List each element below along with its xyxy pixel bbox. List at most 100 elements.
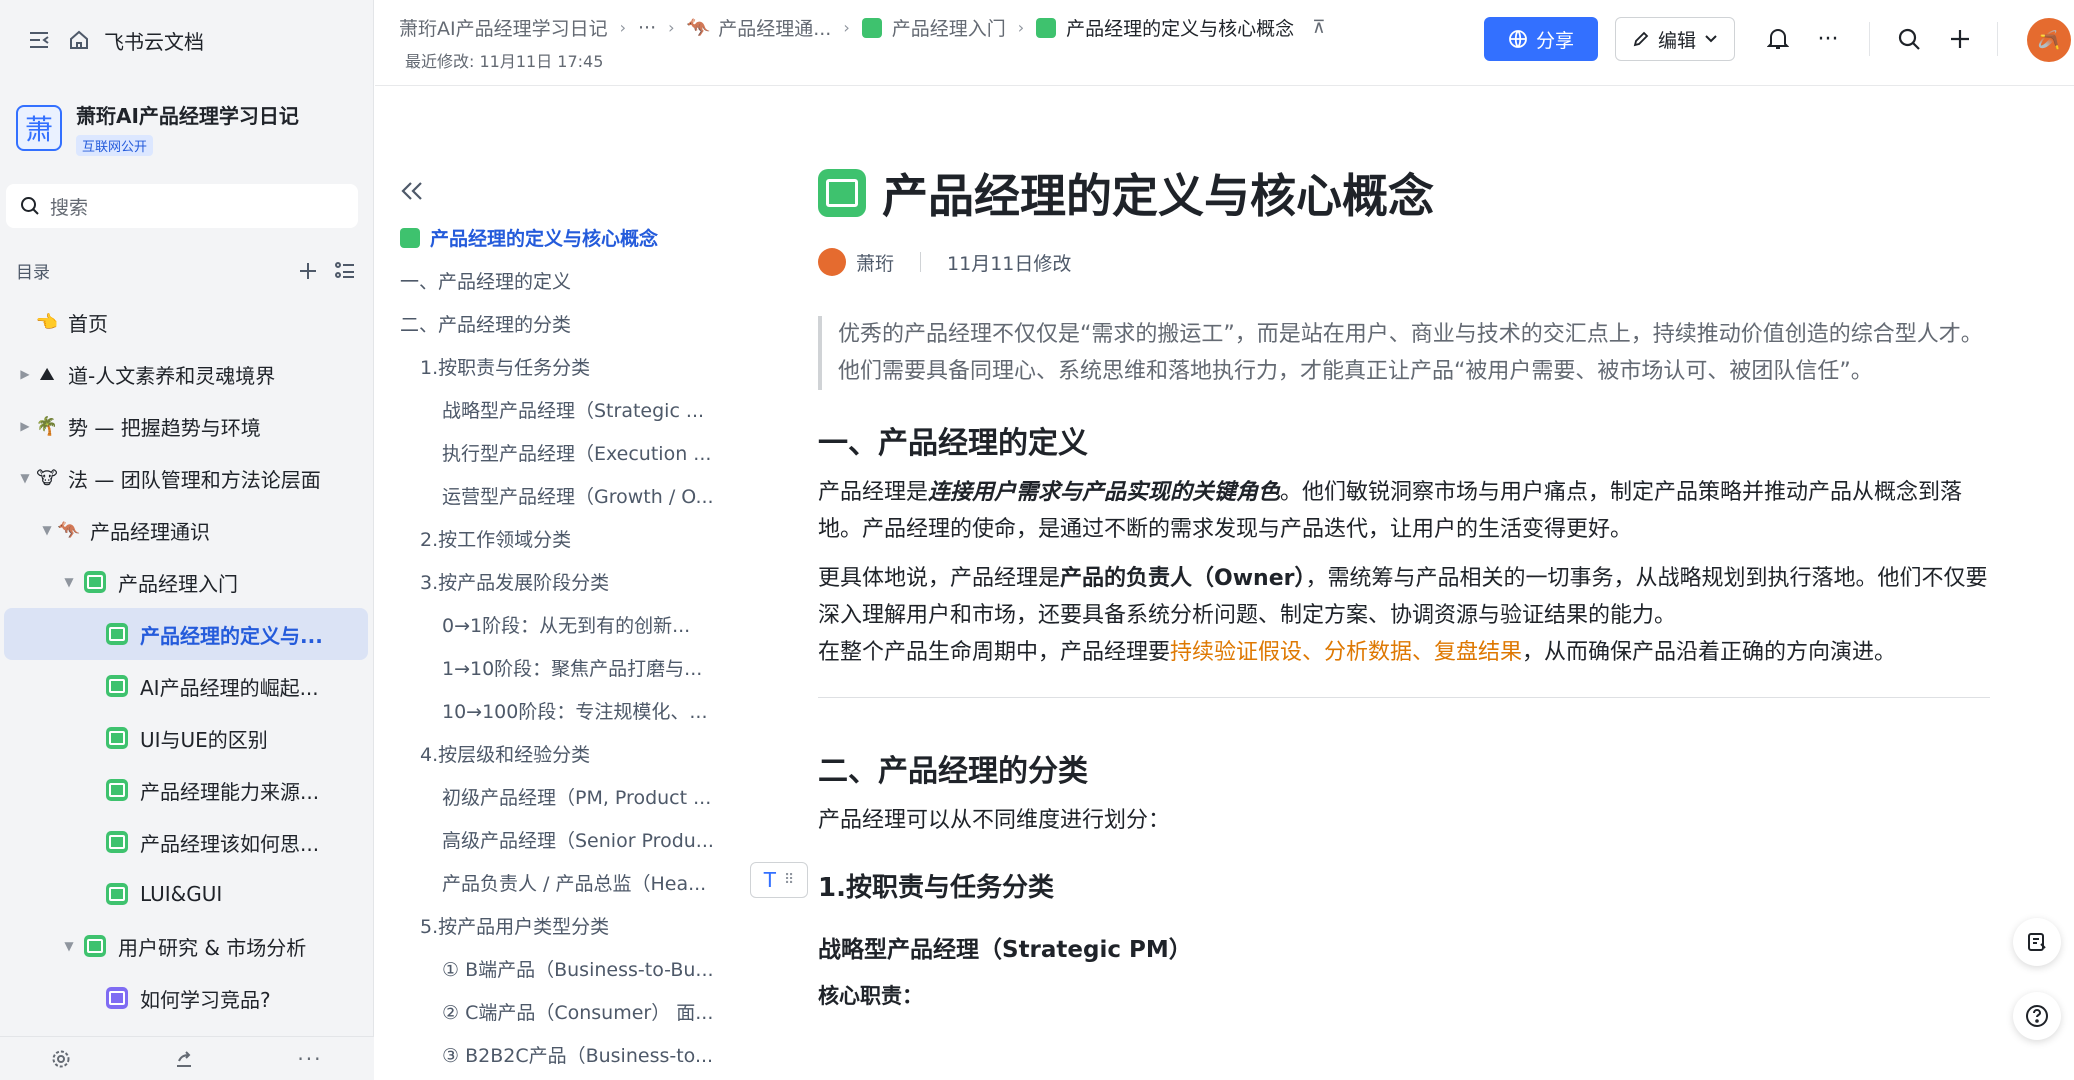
outline-item[interactable]: 3.按产品发展阶段分类 — [400, 560, 730, 603]
paragraph[interactable]: 产品经理是连接用户需求与产品实现的关键角色。他们敏锐洞察市场与用户痛点，制定产品… — [818, 474, 1990, 548]
page-title[interactable]: 产品经理的定义与核心概念 — [882, 160, 1434, 226]
sidebar-tree-item[interactable]: ▼ 🦘 产品经理通识 — [0, 504, 374, 556]
home-icon[interactable] — [64, 25, 94, 55]
paragraph[interactable]: 更具体地说，产品经理是产品的负责人（Owner），需统筹与产品相关的一切事务，从… — [818, 560, 1990, 634]
sidebar-tree-item[interactable]: ▶ 🌴 势 — 把握趋势与环境 — [0, 400, 374, 452]
quote-block[interactable]: 优秀的产品经理不仅仅是“需求的搬运工”，而是站在用户、商业与技术的交汇点上，持续… — [818, 316, 1990, 390]
sidebar-tree-item[interactable]: LUI&GUI — [0, 868, 374, 920]
outline-item-label: ② C端产品（Consumer） 面... — [442, 1002, 714, 1024]
outline-item[interactable]: 战略型产品经理（Strategic ... — [400, 388, 730, 431]
edit-label: 编辑 — [1657, 29, 1696, 52]
brand-name[interactable]: 飞书云文档 — [104, 26, 204, 55]
outline-item[interactable]: 一、产品经理的定义 — [400, 259, 730, 302]
breadcrumb-item[interactable]: 产品经理入门 — [892, 14, 1006, 41]
document-body: 产品经理的定义与核心概念 萧珩 11月11日修改 优秀的产品经理不仅仅是“需求的… — [818, 160, 1990, 1010]
edit-button[interactable]: 编辑 — [1615, 17, 1735, 61]
list-view-icon[interactable] — [334, 261, 356, 281]
sidebar-tree-item[interactable]: ▼ 用户研究 & 市场分析 — [0, 920, 374, 972]
share-button[interactable]: 分享 — [1484, 17, 1598, 61]
outline-item[interactable]: ③ B2B2C产品（Business-to... — [400, 1033, 730, 1076]
expand-caret-icon[interactable]: ▶ — [16, 367, 34, 381]
sidebar-tree-item[interactable]: 产品经理的定义与... — [4, 608, 368, 660]
expand-caret-icon[interactable]: ▼ — [38, 523, 56, 537]
outline-item[interactable]: 0→1阶段：从无到有的创新... — [400, 603, 730, 646]
page-emoji-icon: 🦘 — [57, 519, 81, 541]
sidebar-tree-item[interactable]: ▼ 🐮 法 — 团队管理和方法论层面 — [0, 452, 374, 504]
outline-item[interactable]: 5.按产品用户类型分类 — [400, 904, 730, 947]
subsection-heading[interactable]: 战略型产品经理（Strategic PM） — [818, 930, 1990, 964]
sidebar-tree-item[interactable]: 产品经理能力来源... — [0, 764, 374, 816]
doc-modified-date: 11月11日修改 — [947, 252, 1072, 275]
outline-item[interactable]: 高级产品经理（Senior Produ... — [400, 818, 730, 861]
bell-icon[interactable] — [1761, 22, 1795, 56]
paragraph[interactable]: 在整个产品生命周期中，产品经理要持续验证假设、分析数据、复盘结果，从而确保产品沿… — [818, 634, 1990, 671]
sidebar-tree-item[interactable]: 竞品体验调研 — [0, 1024, 374, 1036]
collapse-sidebar-icon[interactable] — [24, 25, 54, 55]
outline-item[interactable]: 产品负责人 / 产品总监（Hea... — [400, 861, 730, 904]
chevron-right-icon: › — [1017, 18, 1025, 37]
sidebar-tree-label: 势 — 把握趋势与环境 — [68, 415, 261, 440]
breadcrumb-item[interactable]: 萧珩AI产品经理学习日记 — [399, 14, 608, 41]
outline-item[interactable]: 1.按职责与任务分类 — [400, 345, 730, 388]
outline-item[interactable]: 初级产品经理（PM, Product ... — [400, 775, 730, 818]
paragraph[interactable]: 核心职责： — [818, 980, 1990, 1010]
search-input[interactable]: 搜索 — [6, 184, 358, 228]
settings-icon[interactable] — [51, 1049, 71, 1069]
expand-caret-icon[interactable]: ▼ — [60, 939, 78, 953]
author-name[interactable]: 萧珩 — [856, 249, 894, 276]
breadcrumb-item[interactable]: 产品经理通... — [718, 14, 831, 41]
more-options-icon[interactable]: ··· — [297, 1047, 322, 1071]
sidebar-tree-item[interactable]: ▶ ⛰ 道-人文素养和灵魂境界 — [0, 348, 374, 400]
collapse-outline-icon[interactable] — [400, 180, 424, 206]
sidebar-tree-item[interactable]: 如何学习竞品? — [0, 972, 374, 1024]
outline-item[interactable]: 产品经理的定义与核心概念 — [400, 216, 730, 259]
sidebar-tree-label: UI与UE的区别 — [140, 727, 268, 752]
expand-caret-icon[interactable]: ▼ — [60, 575, 78, 589]
share-out-icon[interactable] — [174, 1049, 194, 1069]
outline-item[interactable]: 2.按工作领域分类 — [400, 517, 730, 560]
outline-item[interactable]: 4.按层级和经验分类 — [400, 732, 730, 775]
breadcrumb-more[interactable]: ··· — [638, 17, 656, 39]
sidebar-tree-item[interactable]: ▼ 产品经理入门 — [0, 556, 374, 608]
sidebar-tree-item[interactable]: 👈 首页 — [0, 296, 374, 348]
doc-icon — [818, 169, 866, 217]
outline-item[interactable]: ② C端产品（Consumer） 面... — [400, 990, 730, 1033]
outline-item[interactable]: ① B端产品（Business-to-Bu... — [400, 947, 730, 990]
expand-caret-icon[interactable]: ▼ — [16, 471, 34, 485]
sidebar-tree-item[interactable]: UI与UE的区别 — [0, 712, 374, 764]
outline-item-label: 2.按工作领域分类 — [420, 529, 572, 551]
outline-item[interactable]: 10→100阶段：专注规模化、... — [400, 689, 730, 732]
outline-item-label: 初级产品经理（PM, Product ... — [442, 787, 712, 809]
pencil-icon — [1633, 31, 1649, 47]
more-icon[interactable]: ··· — [1811, 22, 1845, 56]
sidebar-tree-item[interactable]: 产品经理该如何思... — [0, 816, 374, 868]
section-heading[interactable]: 一、产品经理的定义 — [818, 418, 1990, 462]
outline-item[interactable]: 二、产品经理的分类 — [400, 302, 730, 345]
outline-item[interactable]: 执行型产品经理（Execution ... — [400, 431, 730, 474]
page-emoji-icon: 🐮 — [36, 467, 58, 489]
add-icon[interactable] — [1943, 22, 1977, 56]
doc-outline: 产品经理的定义与核心概念 一、产品经理的定义 二、产品经理的分类 1.按职责与任务分类… — [400, 216, 730, 1076]
breadcrumb-current[interactable]: 产品经理的定义与核心概念 — [1066, 14, 1294, 41]
outline-item[interactable]: 1→10阶段：聚焦产品打磨与... — [400, 646, 730, 689]
comment-panel-icon[interactable] — [2013, 918, 2061, 966]
sidebar: 飞书云文档 萧 萧珩AI产品经理学习日记 互联网公开 搜索 目录 👈 首页 ▶ ⛰ 道-… — [0, 0, 374, 1080]
paragraph[interactable]: 产品经理可以从不同维度进行划分： — [818, 802, 1990, 839]
author-avatar[interactable] — [818, 248, 846, 276]
drag-handle-icon[interactable]: ⠿ — [784, 872, 794, 888]
section-heading[interactable]: 二、产品经理的分类 — [818, 746, 1990, 790]
space-card[interactable]: 萧 萧珩AI产品经理学习日记 互联网公开 — [16, 100, 299, 156]
expand-caret-icon[interactable]: ▶ — [16, 419, 34, 433]
user-avatar[interactable]: 🪃 — [2027, 18, 2071, 62]
toc-header: 目录 — [16, 258, 356, 283]
outline-item[interactable]: 运营型产品经理（Growth / O... — [400, 474, 730, 517]
help-icon[interactable] — [2013, 992, 2061, 1040]
add-icon[interactable] — [298, 261, 318, 281]
toc-label: 目录 — [16, 263, 50, 283]
sidebar-tree-item[interactable]: AI产品经理的崛起... — [0, 660, 374, 712]
subsection-heading[interactable]: 1.按职责与任务分类 — [818, 867, 1990, 904]
search-icon[interactable] — [1892, 22, 1926, 56]
pin-icon[interactable]: ⊼ — [1312, 17, 1325, 38]
block-type-handle[interactable]: T ⠿ — [750, 862, 808, 898]
doc-icon — [84, 935, 106, 957]
